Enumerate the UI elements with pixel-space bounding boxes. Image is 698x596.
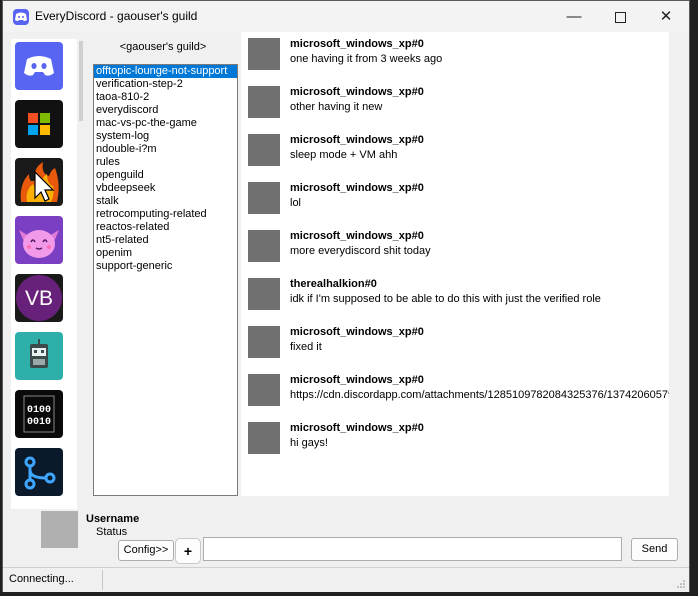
title-bar[interactable]: EveryDiscord - gaouser's guild — ✕ (3, 1, 689, 32)
message-avatar[interactable] (248, 326, 280, 358)
user-status-label: Status (96, 526, 128, 538)
send-button[interactable]: Send (631, 538, 678, 561)
message-avatar[interactable] (248, 278, 280, 310)
channel-item[interactable]: taoa-810-2 (94, 91, 237, 104)
svg-text:0010: 0010 (27, 417, 51, 428)
message-content: other having it new (290, 101, 383, 113)
server-pink-creature[interactable] (15, 216, 63, 264)
discord-logo-icon (13, 9, 29, 25)
channel-item[interactable]: openguild (94, 169, 237, 182)
channel-item[interactable]: vbdeepseek (94, 182, 237, 195)
message-avatar[interactable] (248, 422, 280, 454)
message-item: microsoft_windows_xp#0hi gays! (246, 416, 669, 456)
channel-panel: <gaouser's guild> offtopic-lounge-not-su… (88, 39, 238, 497)
message-item: microsoft_windows_xp#0fixed it (246, 320, 669, 360)
message-content: sleep mode + VM ahh (290, 149, 398, 161)
minimize-icon: — (566, 8, 582, 25)
channel-item[interactable]: ndouble-i?m (94, 143, 237, 156)
message-content: one having it from 3 weeks ago (290, 53, 443, 65)
resize-grip-icon[interactable] (677, 580, 685, 588)
fire-cursor-server-icon (15, 158, 63, 206)
channel-item[interactable]: mac-vs-pc-the-game (94, 117, 237, 130)
server-robot[interactable] (15, 332, 63, 380)
message-item: microsoft_windows_xp#0sleep mode + VM ah… (246, 128, 669, 168)
message-author[interactable]: microsoft_windows_xp#0 (290, 422, 424, 434)
channel-item[interactable]: retrocomputing-related (94, 208, 237, 221)
pink-creature-server-icon (15, 216, 63, 264)
channel-item[interactable]: reactos-related (94, 221, 237, 234)
message-input[interactable] (203, 537, 622, 561)
close-icon: ✕ (659, 8, 673, 25)
config-button[interactable]: Config>> (118, 540, 174, 561)
channel-item[interactable]: rules (94, 156, 237, 169)
server-vb[interactable]: VB (15, 274, 63, 322)
svg-text:VB: VB (25, 287, 53, 310)
message-content: hi gays! (290, 437, 328, 449)
message-item: microsoft_windows_xp#0lol (246, 176, 669, 216)
message-author[interactable]: microsoft_windows_xp#0 (290, 374, 424, 386)
message-item: microsoft_windows_xp#0 https://cdn.discor… (246, 368, 669, 408)
server-discord[interactable] (15, 42, 63, 90)
window-title: EveryDiscord - gaouser's guild (35, 9, 198, 23)
close-button[interactable]: ✕ (643, 1, 689, 32)
channel-list[interactable]: offtopic-lounge-not-support verification-… (93, 64, 238, 496)
message-item: microsoft_windows_xp#0other having it ne… (246, 80, 669, 120)
server-list: VB 0100 0010 (11, 39, 77, 509)
minimize-button[interactable]: — (551, 1, 597, 32)
message-author[interactable]: microsoft_windows_xp#0 (290, 86, 424, 98)
server-fire-cursor[interactable] (15, 158, 63, 206)
user-avatar (41, 511, 78, 548)
maximize-icon (614, 11, 626, 23)
message-list[interactable]: microsoft_windows_xp#0one having it from… (241, 32, 669, 496)
message-author[interactable]: therealhalkion#0 (290, 278, 377, 290)
svg-text:0100: 0100 (27, 405, 51, 416)
channel-item[interactable]: verification-step-2 (94, 78, 237, 91)
username-label: Username (86, 513, 140, 525)
channel-item[interactable]: stalk (94, 195, 237, 208)
channel-item[interactable]: system-log (94, 130, 237, 143)
status-bar: Connecting... (3, 567, 689, 592)
message-author[interactable]: microsoft_windows_xp#0 (290, 326, 424, 338)
message-item: microsoft_windows_xp#0one having it from… (246, 32, 669, 72)
message-avatar[interactable] (248, 230, 280, 262)
message-content: lol (290, 197, 302, 209)
git-server-icon (15, 448, 63, 496)
message-avatar[interactable] (248, 86, 280, 118)
message-item: microsoft_windows_xp#0more everydiscord … (246, 224, 669, 264)
message-avatar[interactable] (248, 182, 280, 214)
message-item: therealhalkion#0 idk if I'm supposed to b… (246, 272, 669, 312)
message-author[interactable]: microsoft_windows_xp#0 (290, 230, 424, 242)
channel-item[interactable]: nt5-related (94, 234, 237, 247)
message-content: idk if I'm supposed to be able to do thi… (290, 293, 601, 305)
server-list-scrollbar[interactable] (79, 41, 83, 121)
server-windows[interactable] (15, 100, 63, 148)
windows-server-icon (15, 100, 63, 148)
message-avatar[interactable] (248, 38, 280, 70)
channel-item[interactable]: support-generic (94, 260, 237, 273)
message-avatar[interactable] (248, 374, 280, 406)
channel-item[interactable]: everydiscord (94, 104, 237, 117)
robot-server-icon (15, 332, 63, 380)
channel-item[interactable]: offtopic-lounge-not-support (94, 65, 237, 78)
message-author[interactable]: microsoft_windows_xp#0 (290, 182, 424, 194)
message-avatar[interactable] (248, 134, 280, 166)
message-content: more everydiscord shit today (290, 245, 431, 257)
app-window: EveryDiscord - gaouser's guild — ✕ VB 01… (2, 0, 690, 592)
message-author[interactable]: microsoft_windows_xp#0 (290, 38, 424, 50)
message-content: fixed it (290, 341, 322, 353)
attach-plus-button[interactable]: + (175, 538, 201, 564)
maximize-button[interactable] (597, 1, 643, 32)
vb-server-icon: VB (15, 274, 63, 322)
server-binary[interactable]: 0100 0010 (15, 390, 63, 438)
channel-item[interactable]: openim (94, 247, 237, 260)
status-bar-divider (102, 570, 103, 590)
server-git[interactable] (15, 448, 63, 496)
message-content: https://cdn.discordapp.com/attachments/1… (290, 389, 669, 401)
guild-name-label: <gaouser's guild> (119, 41, 207, 53)
connection-status: Connecting... (9, 573, 74, 585)
binary-server-icon: 0100 0010 (15, 390, 63, 438)
message-author[interactable]: microsoft_windows_xp#0 (290, 134, 424, 146)
discord-server-icon (15, 42, 63, 90)
